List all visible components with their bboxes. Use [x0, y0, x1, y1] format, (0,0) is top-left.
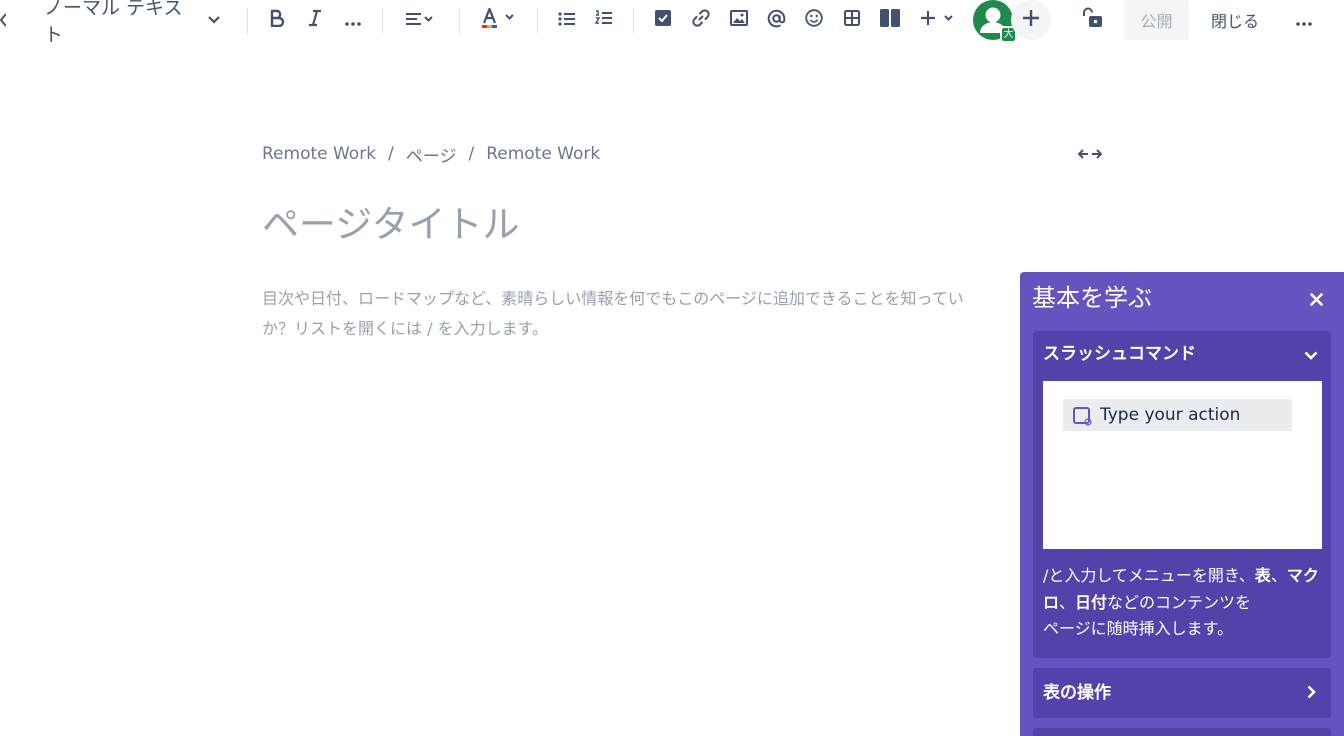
collapse-section-button[interactable] — [1301, 344, 1321, 364]
more-icon — [1296, 11, 1312, 30]
desc-text: ページに随時挿入します。 — [1043, 619, 1234, 638]
section-header[interactable]: 表の操作 — [1043, 680, 1111, 706]
bullet-list-button[interactable] — [552, 0, 582, 40]
more-formatting-button[interactable] — [338, 0, 368, 40]
avatar[interactable]: 大 — [973, 0, 1017, 43]
link-icon — [692, 9, 710, 31]
action-item-button[interactable] — [648, 0, 678, 40]
table-button[interactable] — [837, 0, 867, 40]
checkbox-icon — [1073, 406, 1092, 426]
page-hint-line: か？リストを開くには / を入力します。 — [262, 319, 548, 338]
desc-text: などのコンテンツを — [1107, 592, 1252, 612]
close-icon — [1309, 291, 1323, 310]
text-color-button[interactable] — [476, 0, 518, 40]
next-section[interactable] — [1033, 728, 1331, 736]
page-body-placeholder[interactable]: 目次や日付、ロードマップなど、素晴らしい情報を何でもこのページに追加できることを… — [262, 284, 1062, 344]
section-description: /と入力してメニューを開き、表、マクロ、日付などのコンテンツを ページに随時挿入し… — [1043, 563, 1325, 643]
emoji-icon — [805, 9, 823, 31]
italic-button[interactable] — [300, 0, 330, 40]
cursor-icon — [1084, 417, 1092, 428]
italic-icon — [308, 9, 322, 31]
breadcrumb-separator: / — [388, 144, 394, 164]
action-item-icon — [655, 10, 671, 30]
editor-toolbar: ノーマル テキスト 大 公開 閉じる — [0, 0, 1344, 46]
breadcrumb-item-parent[interactable]: Remote Work — [486, 144, 600, 164]
learn-basics-panel: 基本を学ぶ スラッシュコマンド Type your action /と入力してメ — [1020, 272, 1344, 736]
panel-close-button[interactable] — [1304, 288, 1328, 312]
breadcrumb-item-space[interactable]: Remote Work — [262, 144, 376, 164]
desc-text: 、 — [1059, 592, 1076, 612]
layouts-button[interactable] — [875, 0, 905, 40]
chevron-right-icon — [1307, 684, 1316, 703]
page-hint-line: 目次や日付、ロードマップなど、素晴らしい情報を何でもこのページに追加できることを… — [262, 289, 964, 308]
close-button[interactable]: 閉じる — [1200, 0, 1270, 40]
image-icon — [730, 10, 748, 30]
alignment-button[interactable] — [398, 0, 440, 40]
add-collaborator-button[interactable] — [1011, 0, 1051, 40]
breadcrumb: Remote Work / ページ / Remote Work — [262, 142, 600, 167]
breadcrumb-item-pages[interactable]: ページ — [406, 142, 457, 167]
demo-action-text: Type your action — [1100, 405, 1241, 425]
image-button[interactable] — [724, 0, 754, 40]
mention-button[interactable] — [761, 0, 791, 40]
demo-action-input: Type your action — [1063, 399, 1292, 431]
text-style-dropdown[interactable]: ノーマル テキスト — [44, 0, 220, 46]
layouts-icon — [880, 9, 900, 31]
section-header[interactable]: スラッシュコマンド — [1043, 341, 1196, 367]
expand-section-button[interactable] — [1301, 683, 1321, 703]
insert-menu-button[interactable] — [915, 0, 959, 40]
numbered-list-button[interactable] — [589, 0, 619, 40]
slash-command-demo: Type your action — [1043, 381, 1322, 549]
chevron-down-icon — [208, 16, 220, 24]
desc-bold-table: 表 — [1254, 566, 1271, 585]
width-toggle-button[interactable] — [1076, 142, 1104, 166]
publish-button[interactable]: 公開 — [1124, 0, 1189, 40]
table-operations-section[interactable]: 表の操作 — [1033, 668, 1331, 718]
toolbar-divider — [459, 8, 460, 34]
emoji-button[interactable] — [799, 0, 829, 40]
table-icon — [844, 10, 860, 30]
bold-icon — [269, 9, 285, 31]
add-collaborator-icon — [1022, 9, 1040, 31]
toolbar-divider — [633, 8, 634, 34]
width-toggle-icon — [1077, 145, 1103, 164]
desc-bold-date: 日付 — [1075, 592, 1108, 612]
desc-text: /と入力してメニューを開き、 — [1043, 566, 1255, 585]
bullet-list-icon — [558, 11, 576, 30]
page-title-input[interactable]: ページタイトル — [262, 200, 520, 250]
toolbar-divider — [247, 8, 248, 34]
link-button[interactable] — [686, 0, 716, 40]
chevron-down-icon — [1304, 345, 1318, 364]
toolbar-divider — [382, 8, 383, 34]
text-style-label: ノーマル テキスト — [44, 0, 183, 46]
numbered-list-icon — [594, 10, 613, 30]
back-arrow-icon[interactable] — [0, 12, 6, 28]
learn-panel-title: 基本を学ぶ — [1032, 284, 1152, 312]
insert-plus-icon — [920, 10, 954, 30]
more-formatting-icon — [345, 11, 361, 30]
text-color-icon — [480, 5, 514, 32]
slash-commands-section: スラッシュコマンド Type your action /と入力してメニューを開き… — [1033, 331, 1331, 658]
restrictions-button[interactable] — [1076, 0, 1108, 40]
desc-text: 、 — [1270, 566, 1287, 585]
toolbar-divider — [537, 8, 538, 34]
mention-icon — [767, 9, 786, 32]
align-icon — [405, 11, 433, 30]
bold-button[interactable] — [262, 0, 292, 40]
restrictions-lock-icon — [1081, 7, 1103, 33]
breadcrumb-separator: / — [468, 144, 475, 164]
more-options-button[interactable] — [1288, 0, 1320, 40]
